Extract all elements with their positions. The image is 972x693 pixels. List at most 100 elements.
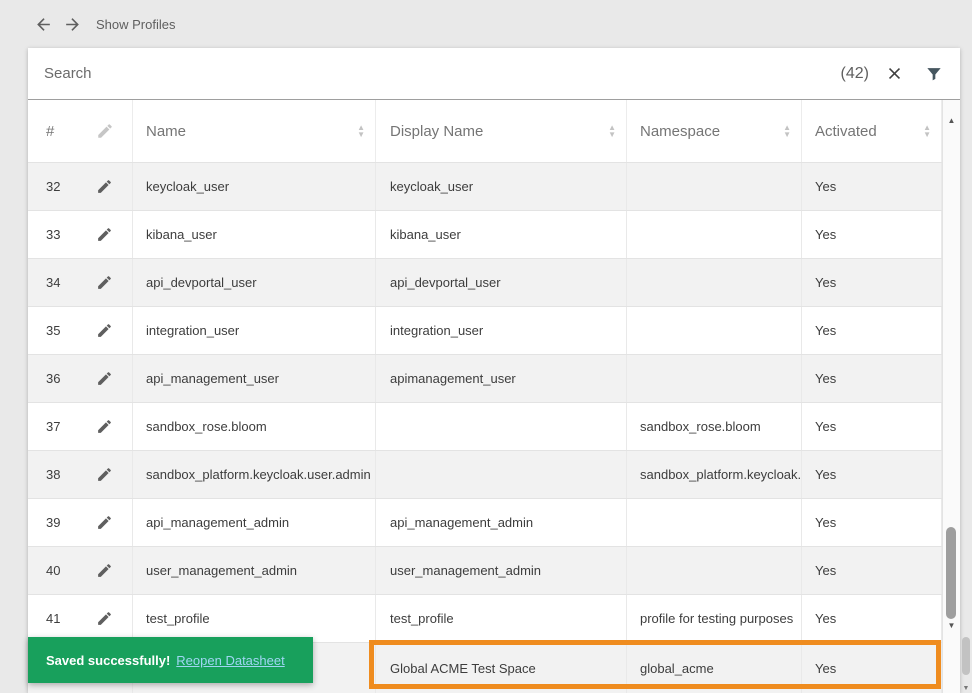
edit-button[interactable] <box>88 595 133 642</box>
col-header-display-name[interactable]: Display Name ▲▼ <box>376 100 627 162</box>
cell-namespace: sandbox_platform.keycloak.user.admin <box>627 451 802 498</box>
row-number: 36 <box>28 355 88 402</box>
search-bar: (42) <box>28 48 960 100</box>
row-number: 39 <box>28 499 88 546</box>
table-row[interactable]: 35 integration_user integration_user Yes <box>28 307 960 355</box>
pencil-icon[interactable] <box>96 322 113 339</box>
pencil-icon[interactable] <box>96 514 113 531</box>
col-header-activated[interactable]: Activated ▲▼ <box>802 100 942 162</box>
window-scroll-down-arrow-icon[interactable]: ▼ <box>960 685 972 692</box>
pencil-icon <box>96 122 114 140</box>
cell-namespace <box>627 547 802 594</box>
cell-activated: Yes <box>802 595 942 642</box>
cell-namespace <box>627 211 802 258</box>
table-row[interactable]: 40 user_management_admin user_management… <box>28 547 960 595</box>
cell-display-name <box>376 403 627 450</box>
cell-activated: Yes <box>802 355 942 402</box>
search-input[interactable] <box>44 65 841 82</box>
clear-search-icon[interactable] <box>885 64 904 83</box>
edit-button[interactable] <box>88 403 133 450</box>
cell-display-name: keycloak_user <box>376 163 627 210</box>
filter-icon[interactable] <box>924 64 944 84</box>
cell-display-name: apimanagement_user <box>376 355 627 402</box>
pencil-icon[interactable] <box>96 178 113 195</box>
window-scrollbar-thumb[interactable] <box>962 637 970 675</box>
table-row[interactable]: 38 sandbox_platform.keycloak.user.admin … <box>28 451 960 499</box>
cell-namespace <box>627 163 802 210</box>
back-arrow-icon[interactable] <box>34 15 53 34</box>
cell-display-name: integration_user <box>376 307 627 354</box>
cell-activated: Yes <box>802 403 942 450</box>
cell-name: user_management_admin <box>133 547 376 594</box>
edit-button[interactable] <box>88 259 133 306</box>
cell-namespace <box>627 355 802 402</box>
row-number: 40 <box>28 547 88 594</box>
cell-activated: Yes <box>802 451 942 498</box>
profiles-table: # Name ▲▼ Display Name ▲▼ Namespace ▲▼ A… <box>28 100 960 693</box>
table-body: 32 keycloak_user keycloak_user Yes 33 ki… <box>28 163 960 693</box>
sort-icon[interactable]: ▲▼ <box>923 124 931 138</box>
window-scrollbar[interactable]: ▼ <box>960 0 972 693</box>
edit-button[interactable] <box>88 451 133 498</box>
cell-namespace <box>627 499 802 546</box>
pencil-icon[interactable] <box>96 226 113 243</box>
top-bar: Show Profiles <box>0 0 972 48</box>
cell-name: api_management_admin <box>133 499 376 546</box>
table-row[interactable]: 34 api_devportal_user api_devportal_user… <box>28 259 960 307</box>
cell-name: sandbox_platform.keycloak.user.admin <box>133 451 376 498</box>
edit-button[interactable] <box>88 307 133 354</box>
pencil-icon[interactable] <box>96 562 113 579</box>
edit-button[interactable] <box>88 355 133 402</box>
cell-name: test_profile <box>133 595 376 642</box>
cell-name: sandbox_rose.bloom <box>133 403 376 450</box>
table-row[interactable]: 39 api_management_admin api_management_a… <box>28 499 960 547</box>
col-header-edit <box>88 100 133 162</box>
cell-display-name <box>376 451 627 498</box>
table-scrollbar[interactable]: ▲ ▼ <box>942 100 960 693</box>
cell-activated: Yes <box>802 307 942 354</box>
col-header-name[interactable]: Name ▲▼ <box>133 100 376 162</box>
row-number: 37 <box>28 403 88 450</box>
cell-activated: Yes <box>802 163 942 210</box>
table-row[interactable]: 33 kibana_user kibana_user Yes <box>28 211 960 259</box>
col-header-namespace[interactable]: Namespace ▲▼ <box>627 100 802 162</box>
pencil-icon[interactable] <box>96 610 113 627</box>
edit-button[interactable] <box>88 547 133 594</box>
forward-arrow-icon[interactable] <box>63 15 82 34</box>
cell-namespace <box>627 307 802 354</box>
scroll-down-arrow-icon[interactable]: ▼ <box>943 621 960 630</box>
sort-icon[interactable]: ▲▼ <box>608 124 616 138</box>
cell-namespace <box>627 259 802 306</box>
table-header-row: # Name ▲▼ Display Name ▲▼ Namespace ▲▼ A… <box>28 100 960 163</box>
row-number: 34 <box>28 259 88 306</box>
col-header-number: # <box>28 100 88 162</box>
edit-button[interactable] <box>88 211 133 258</box>
edit-button[interactable] <box>88 499 133 546</box>
cell-namespace: sandbox_rose.bloom <box>627 403 802 450</box>
cell-activated: Yes <box>802 499 942 546</box>
page-title: Show Profiles <box>96 17 175 32</box>
toast-saved: Saved successfully! Reopen Datasheet <box>28 637 313 683</box>
table-row[interactable]: 32 keycloak_user keycloak_user Yes <box>28 163 960 211</box>
cell-display-name: kibana_user <box>376 211 627 258</box>
row-number: 32 <box>28 163 88 210</box>
table-row[interactable]: 37 sandbox_rose.bloom sandbox_rose.bloom… <box>28 403 960 451</box>
pencil-icon[interactable] <box>96 418 113 435</box>
row-number: 33 <box>28 211 88 258</box>
cell-display-name: Global ACME Test Space <box>376 643 627 693</box>
pencil-icon[interactable] <box>96 370 113 387</box>
pencil-icon[interactable] <box>96 466 113 483</box>
pencil-icon[interactable] <box>96 274 113 291</box>
sort-icon[interactable]: ▲▼ <box>357 124 365 138</box>
edit-button[interactable] <box>88 163 133 210</box>
reopen-datasheet-link[interactable]: Reopen Datasheet <box>176 653 284 668</box>
sort-icon[interactable]: ▲▼ <box>783 124 791 138</box>
cell-name: integration_user <box>133 307 376 354</box>
cell-display-name: test_profile <box>376 595 627 642</box>
scroll-up-arrow-icon[interactable]: ▲ <box>943 116 960 125</box>
result-count: (42) <box>841 65 869 83</box>
scrollbar-thumb[interactable] <box>946 527 956 619</box>
cell-activated: Yes <box>802 547 942 594</box>
table-row[interactable]: 41 test_profile test_profile profile for… <box>28 595 960 643</box>
table-row[interactable]: 36 api_management_user apimanagement_use… <box>28 355 960 403</box>
